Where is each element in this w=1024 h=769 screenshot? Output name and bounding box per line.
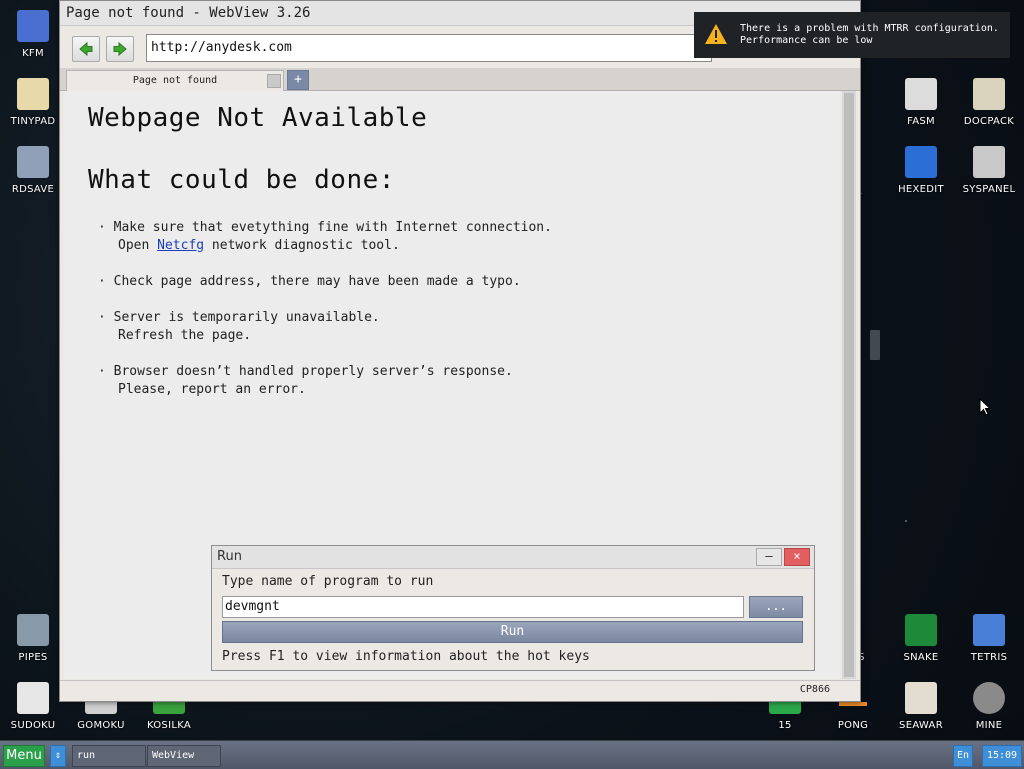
desktop-icon-hexedit[interactable]: HEXEDIT — [891, 146, 951, 195]
menu-button[interactable]: Menu — [3, 745, 45, 767]
run-dialog-title: Run — [212, 546, 814, 569]
desktop-icon-mine[interactable]: MINE — [959, 682, 1019, 731]
desktop-icon-label: RDSAVE — [11, 184, 55, 195]
encoding-label[interactable]: CP866 — [800, 684, 830, 695]
language-indicator[interactable]: En — [953, 745, 973, 767]
list-item-line2: Open Netcfg network diagnostic tool. — [118, 237, 400, 255]
desktop-icon-label: PIPES — [18, 652, 48, 663]
taskbar: Menu ⇕ run WebView En 15:09 — [0, 740, 1024, 769]
list-item-text: Open — [118, 238, 158, 253]
run-prompt-label: Type name of program to run — [222, 574, 434, 589]
clock[interactable]: 15:09 — [982, 745, 1022, 767]
list-item: · Browser doesn’t handled properly serve… — [98, 364, 513, 379]
desktop-icon-label: PONG — [837, 720, 869, 731]
program-input[interactable]: devmgnt — [222, 596, 744, 618]
desktop-icon-label: TETRIS — [970, 652, 1008, 663]
background-star — [905, 520, 907, 522]
desktop-icon-label: KOSILKA — [146, 720, 192, 731]
close-button[interactable]: × — [784, 548, 810, 566]
tab-close-icon[interactable] — [267, 74, 281, 88]
tetris-icon — [973, 614, 1005, 646]
desktop-icon-label: FASM — [907, 116, 935, 127]
desktop-icon-label: SUDOKU — [10, 720, 56, 731]
task-run[interactable]: run — [72, 745, 146, 767]
desktop-icon-fasm[interactable]: FASM — [891, 78, 951, 127]
status-bar: CP866 — [60, 680, 860, 701]
vertical-scrollbar[interactable] — [842, 91, 856, 679]
minimize-button[interactable]: – — [756, 548, 782, 566]
pipes-icon — [17, 614, 49, 646]
desktop-icon-syspanel[interactable]: SYSPANEL — [959, 146, 1019, 195]
desktop-icon-label: DOCPACK — [963, 116, 1015, 127]
desktop-icon-tetris[interactable]: TETRIS — [959, 614, 1019, 663]
list-item-text: Server is temporarily unavailable. — [113, 310, 380, 325]
list-item: · Server is temporarily unavailable. — [98, 310, 380, 325]
list-item-text: Make sure that evetything fine with Inte… — [113, 220, 552, 235]
desktop-icon-rdsave[interactable]: RDSAVE — [3, 146, 63, 195]
list-item: · Check page address, there may have bee… — [98, 274, 521, 289]
address-bar[interactable]: http://anydesk.com — [146, 34, 712, 62]
desktop-icon-tinypad[interactable]: TINYPAD — [3, 78, 63, 127]
task-webview[interactable]: WebView — [147, 745, 221, 767]
list-item-line2: Refresh the page. — [118, 328, 252, 343]
desktop-icon-label: SYSPANEL — [962, 184, 1016, 195]
switch-arrows-icon[interactable]: ⇕ — [50, 745, 66, 767]
back-button[interactable] — [72, 36, 100, 62]
seawar-icon — [905, 682, 937, 714]
background-star — [870, 330, 880, 360]
list-item-line2: Please, report an error. — [118, 382, 306, 397]
desktop-icon-seawar[interactable]: SEAWAR — [891, 682, 951, 731]
mouse-cursor-icon — [979, 398, 991, 416]
arrow-right-icon — [113, 41, 127, 57]
list-item-text: network diagnostic tool. — [204, 238, 400, 253]
notification-text: There is a problem with MTRR configurati… — [740, 23, 999, 47]
desktop-icon-label: GOMOKU — [77, 720, 125, 731]
sudoku-icon — [17, 682, 49, 714]
list-item-text: Check page address, there may have been … — [113, 274, 521, 289]
page-heading: Webpage Not Available — [88, 103, 428, 133]
forward-button[interactable] — [106, 36, 134, 62]
desktop-icon-sudoku[interactable]: SUDOKU — [3, 682, 63, 731]
page-subheading: What could be done: — [88, 165, 395, 195]
run-button[interactable]: Run — [222, 621, 803, 643]
snake-icon — [905, 614, 937, 646]
mtrr-notification[interactable]: There is a problem with MTRR configurati… — [694, 12, 1010, 58]
scrollbar-thumb[interactable] — [844, 93, 854, 677]
tab-bar: Page not found + — [60, 68, 860, 91]
notification-line: Performance can be low — [740, 35, 873, 46]
desktop-icon-kfm[interactable]: KFM — [3, 10, 63, 59]
desktop-icon-label: SEAWAR — [899, 720, 943, 731]
desktop-icon-label: KFM — [22, 48, 44, 59]
browse-button[interactable]: ... — [749, 596, 803, 618]
hexedit-icon — [905, 146, 937, 178]
fasm-icon — [905, 78, 937, 110]
warning-icon — [705, 24, 727, 44]
desktop-icon-label: SNAKE — [903, 652, 939, 663]
netcfg-link[interactable]: Netcfg — [157, 238, 204, 253]
arrow-left-icon — [79, 41, 93, 57]
desktop-icon-pipes[interactable]: PIPES — [3, 614, 63, 663]
desktop-icon-docpack[interactable]: DOCPACK — [959, 78, 1019, 127]
desktop-icon-snake[interactable]: SNAKE — [891, 614, 951, 663]
syspanel-icon — [973, 146, 1005, 178]
notification-line: There is a problem with MTRR configurati… — [740, 23, 999, 34]
desktop-icon-label: MINE — [975, 720, 1003, 731]
desktop-icon-label: TINYPAD — [10, 116, 56, 127]
hotkeys-hint: Press F1 to view information about the h… — [222, 649, 590, 664]
list-item-text: Browser doesn’t handled properly server’… — [113, 364, 513, 379]
list-item: · Make sure that evetything fine with In… — [98, 220, 552, 235]
mine-icon — [973, 682, 1005, 714]
new-tab-button[interactable]: + — [287, 70, 309, 90]
desktop-icon-label: 15 — [778, 720, 792, 731]
tab-page-not-found[interactable]: Page not found — [66, 70, 284, 91]
save-icon — [17, 146, 49, 178]
tab-label: Page not found — [132, 75, 218, 86]
notepad-icon — [17, 78, 49, 110]
floppy-icon — [17, 10, 49, 42]
desktop-icon-label: HEXEDIT — [898, 184, 944, 195]
run-dialog[interactable]: Run – × Type name of program to run devm… — [211, 545, 815, 671]
docpack-icon — [973, 78, 1005, 110]
